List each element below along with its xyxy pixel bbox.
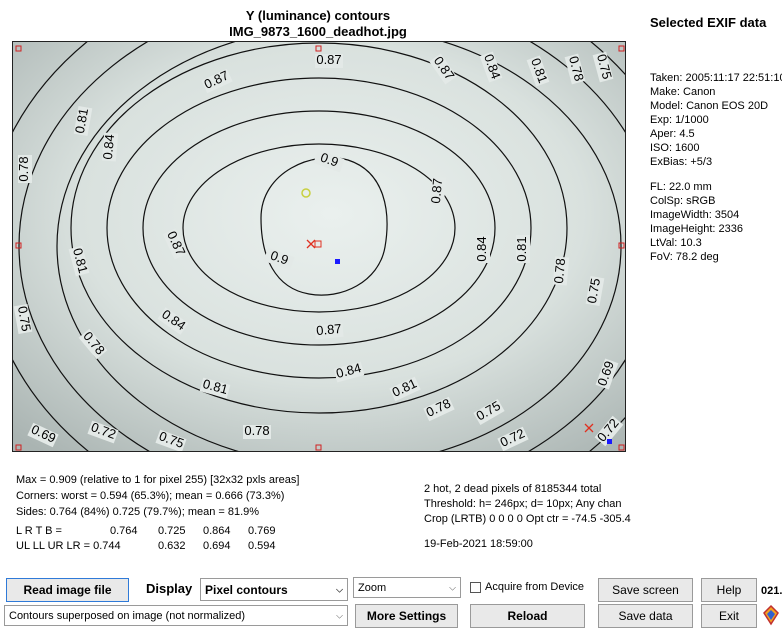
exif-line: Taken: 2005:11:17 22:51:10 [650, 72, 782, 84]
acquire-checkbox[interactable] [470, 582, 481, 593]
exif-line: FoV: 78.2 deg [650, 251, 719, 263]
zoom-select[interactable]: Zoom ⌵ [353, 577, 461, 598]
defects-threshold: Threshold: h= 246px; d= 10px; Any chan [424, 498, 622, 510]
display-select[interactable]: Pixel contours ⌵ [200, 578, 348, 601]
save-screen-button[interactable]: Save screen [598, 578, 693, 602]
exif-line: Exp: 1/1000 [650, 114, 709, 126]
contour-label: 0.87 [316, 321, 343, 338]
stat-lrtb-value: 0.764 [110, 525, 138, 537]
mode-select-value: Contours superposed on image (not normal… [9, 609, 246, 622]
read-image-button[interactable]: Read image file [6, 578, 129, 602]
exif-line: ISO: 1600 [650, 142, 700, 154]
chevron-down-icon: ⌵ [449, 582, 456, 592]
save-data-button[interactable]: Save data [598, 604, 693, 628]
contour-label: 0.78 [551, 258, 568, 285]
stat-lrtb-value: 0.769 [248, 525, 276, 537]
display-label: Display [146, 581, 193, 596]
chevron-down-icon: ⌵ [336, 610, 343, 620]
exif-line: ExBias: +5/3 [650, 156, 713, 168]
reload-button[interactable]: Reload [470, 604, 585, 628]
stat-corners-label: UL LL UR LR = 0.744 [16, 540, 121, 552]
hot-pixel-marker [607, 439, 612, 444]
contour-label: 0.78 [16, 156, 31, 181]
contour-label: 0.84 [474, 236, 489, 261]
defects-count: 2 hot, 2 dead pixels of 8185344 total [424, 483, 602, 495]
contour-label: 0.81 [514, 236, 529, 261]
stat-corners: Corners: worst = 0.594 (65.3%); mean = 0… [16, 490, 285, 502]
help-button[interactable]: Help [701, 578, 757, 602]
exif-line: Make: Canon [650, 86, 716, 98]
exif-line: ImageHeight: 2336 [650, 223, 743, 235]
exif-line: Aper: 4.5 [650, 128, 695, 140]
stat-corner-value: 0.594 [248, 540, 276, 552]
app-logo-icon [762, 604, 780, 626]
chevron-down-icon: ⌵ [336, 584, 343, 594]
defects-crop: Crop (LRTB) 0 0 0 0 Opt ctr = -74.5 -305… [424, 513, 631, 525]
exit-button[interactable]: Exit [701, 604, 757, 628]
contour-label: 0.78 [244, 423, 269, 438]
acquire-label: Acquire from Device [485, 581, 585, 593]
chart-title: Y (luminance) contours [245, 8, 391, 23]
exif-line: ImageWidth: 3504 [650, 209, 740, 221]
contour-svg: 0.870.87 0.87 0.84 0.81 0.78 0.750.810.840.78… [13, 42, 625, 451]
exif-line: Model: Canon EOS 20D [650, 100, 769, 112]
contour-label: 0.87 [316, 52, 341, 67]
stat-lrtb-label: L R T B = [16, 525, 62, 537]
zoom-select-value: Zoom [358, 581, 387, 594]
contour-label: 0.87 [428, 178, 445, 205]
exif-line: FL: 22.0 mm [650, 181, 712, 193]
stat-sides: Sides: 0.764 (84%) 0.725 (79.7%); mean =… [16, 506, 260, 518]
version-text: 021.1 [761, 585, 782, 597]
exif-line: ColSp: sRGB [650, 195, 716, 207]
more-settings-button[interactable]: More Settings [355, 604, 458, 628]
run-date: 19-Feb-2021 18:59:00 [424, 538, 533, 550]
stat-max: Max = 0.909 (relative to 1 for pixel 255… [16, 474, 300, 486]
chart-subtitle: IMG_9873_1600_deadhot.jpg [229, 24, 407, 39]
exif-line: LtVal: 10.3 [650, 237, 702, 249]
display-select-value: Pixel contours [205, 582, 288, 597]
stat-corner-value: 0.694 [203, 540, 231, 552]
mode-select[interactable]: Contours superposed on image (not normal… [4, 605, 348, 626]
contour-plot: 0.87 0.87 0.87 0.84 0.81 0.78 0.75 0.81 0.84 0.78… [12, 41, 626, 452]
stat-lrtb-value: 0.725 [158, 525, 186, 537]
contour-label: 0.84 [100, 134, 117, 161]
stat-lrtb-value: 0.864 [203, 525, 231, 537]
stat-corner-value: 0.632 [158, 540, 186, 552]
hot-pixel-marker [335, 259, 340, 264]
exif-heading: Selected EXIF data [650, 15, 767, 30]
